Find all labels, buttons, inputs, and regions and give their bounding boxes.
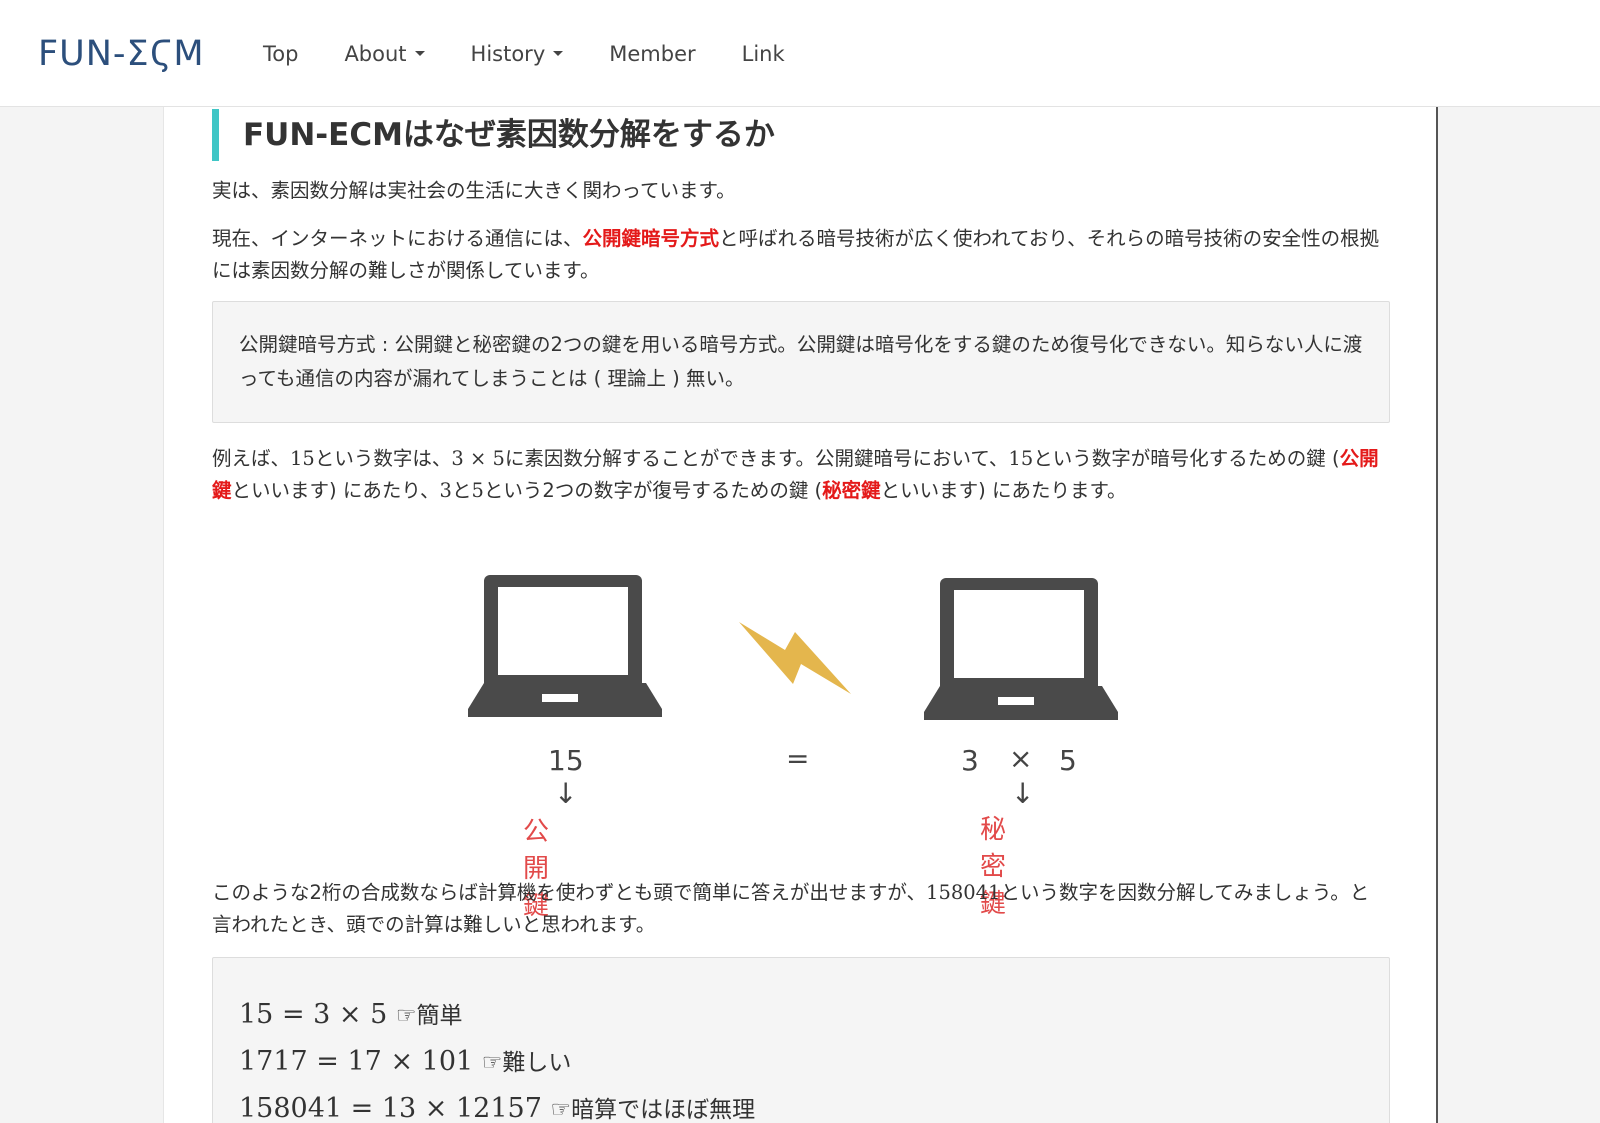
laptop-icon [468, 575, 662, 717]
example-row: 158041 = 13 × 12157 ☞暗算ではほぼ無理 [239, 1086, 1363, 1123]
math-expression: 158041 = 13 × 12157 [239, 1093, 542, 1123]
nav-item-about[interactable]: About [321, 42, 447, 66]
diagram-equals: = [786, 742, 810, 775]
down-arrow-icon: ↓ [1011, 777, 1035, 810]
paragraph-public-key: 現在、インターネットにおける通信には、公開鍵暗号方式と呼ばれる暗号技術が広く使わ… [212, 223, 1382, 287]
text: 例えば、 [212, 447, 291, 470]
paragraph-difficulty: このような2桁の合成数ならば計算機を使わずとも頭で簡単に答えが出せますが、158… [212, 877, 1382, 941]
site-logo[interactable]: FUN-ΣϚM [38, 34, 205, 74]
nav-item-history[interactable]: History [448, 42, 587, 66]
note-box-definition: 公開鍵暗号方式 : 公開鍵と秘密鍵の2つの鍵を用いる暗号方式。公開鍵は暗号化をす… [212, 301, 1390, 423]
nav-item-label: Link [741, 41, 785, 66]
lightning-bolt-icon [739, 622, 851, 694]
navbar: FUN-ΣϚM Top About History Member Link [0, 0, 1600, 107]
difficulty-note: ☞難しい [481, 1050, 572, 1076]
nav-item-link[interactable]: Link [719, 42, 808, 66]
text: といいます) にあたり、 [231, 479, 440, 502]
diagram-times: × [1009, 742, 1033, 775]
text: という2つの数字が復号するための鍵 ( [483, 479, 823, 502]
text: という数字が暗号化するための鍵 ( [1033, 447, 1340, 470]
section-heading: FUN-ECMはなぜ素因数分解をするか [212, 109, 775, 161]
math-number: 15 [290, 447, 315, 470]
text: と [451, 479, 472, 502]
nav-item-label: About [344, 41, 407, 66]
down-arrow-icon: ↓ [554, 777, 578, 810]
math-number: 5 [471, 479, 484, 502]
math-number: 15 [1008, 447, 1034, 470]
nav-item-label: Member [609, 41, 696, 66]
text: という数字は、 [314, 447, 452, 470]
example-row: 1717 = 17 × 101 ☞難しい [239, 1039, 1363, 1086]
nav-item-label: History [470, 41, 546, 66]
caret-down-icon [414, 51, 425, 56]
example-row: 15 = 3 × 5 ☞簡単 [239, 992, 1363, 1039]
difficulty-note: ☞暗算ではほぼ無理 [550, 1097, 756, 1123]
nav-item-top[interactable]: Top [240, 42, 321, 66]
diagram-number-3: 3 [961, 744, 979, 777]
highlight-private-key: 秘密鍵 [822, 479, 881, 502]
paragraph-example: 例えば、15という数字は、3 × 5に素因数分解することができます。公開鍵暗号に… [212, 443, 1382, 507]
math-number: 158041 [926, 881, 1001, 904]
text: このような2桁の合成数ならば計算機を使わずとも頭で簡単に答えが出せますが、 [212, 881, 927, 904]
math-number: 3 [439, 479, 452, 502]
math-expression: 15 = 3 × 5 [239, 999, 388, 1030]
text: 現在、インターネットにおける通信には、 [212, 227, 583, 250]
laptop-icon [924, 578, 1118, 720]
highlight-public-key-cryptography: 公開鍵暗号方式 [582, 227, 720, 250]
note-box-examples: 15 = 3 × 5 ☞簡単 1717 = 17 × 101 ☞難しい 1580… [212, 957, 1390, 1123]
caret-down-icon [553, 51, 564, 56]
paragraph-intro: 実は、素因数分解は実社会の生活に大きく関わっています。 [212, 179, 736, 202]
article-card: FUN-ECMはなぜ素因数分解をするか 実は、素因数分解は実社会の生活に大きく関… [163, 107, 1438, 1123]
difficulty-note: ☞簡単 [395, 1003, 463, 1029]
math-expression: 1717 = 17 × 101 [239, 1046, 474, 1077]
diagram-number-5: 5 [1059, 744, 1077, 777]
main-nav: Top About History Member Link [240, 0, 808, 107]
nav-item-label: Top [263, 41, 299, 66]
math-expression: 3 × 5 [451, 447, 505, 470]
text: といいます) にあたります。 [880, 479, 1127, 502]
text: に素因数分解することができます。公開鍵暗号において、 [504, 447, 1009, 470]
nav-item-member[interactable]: Member [586, 42, 718, 66]
diagram-number-15: 15 [548, 744, 584, 777]
